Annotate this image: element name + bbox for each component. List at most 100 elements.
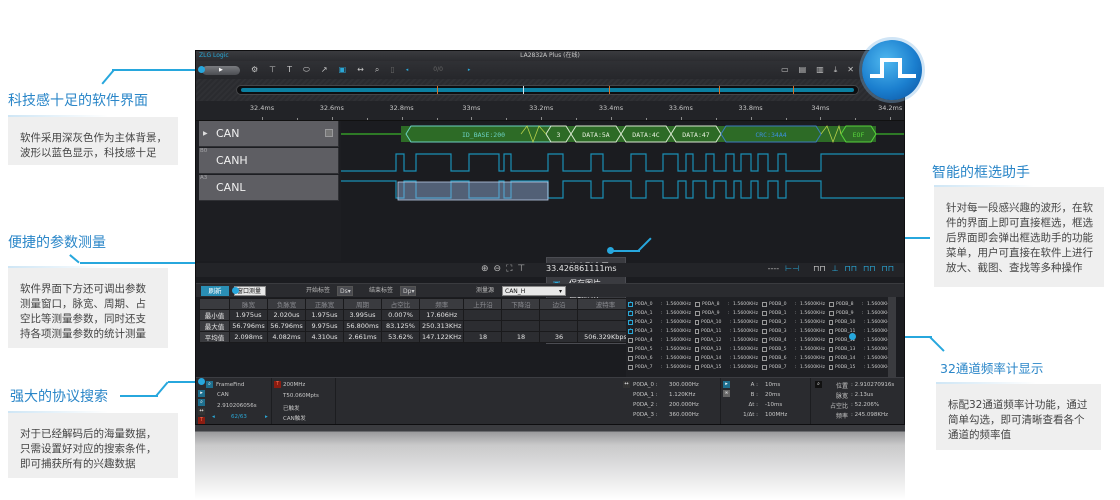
channel-checkbox[interactable] [829,365,833,370]
channel-checkbox[interactable] [628,300,633,307]
find-icon[interactable]: ⌕ [198,399,205,406]
separator: : [794,320,797,325]
run-button[interactable] [202,64,240,76]
channel-settings-icon[interactable] [325,129,333,137]
channel-checkbox[interactable] [695,302,700,307]
channel-area: ▶ CAN B0 CANH A3 CANL ID_BASE:200 DATA:5A… [196,121,905,344]
channel-label-can[interactable]: ▶ CAN [199,121,339,147]
tools-icon[interactable]: ✕ [847,65,854,75]
ruler-tick-label: 32.4ms [249,104,275,112]
trigger-icon[interactable]: T [274,381,281,388]
trigger-icon[interactable]: ⊤ [269,65,276,75]
rise-trigger-icon[interactable]: ⊓⊓ [845,264,857,273]
channel-checkbox[interactable] [762,311,767,316]
freq-channel: P0DA_14:1.5600KHz [695,354,762,363]
channel-checkbox[interactable] [829,311,834,316]
cursor-t-icon[interactable]: T [287,65,292,75]
capture-icon[interactable]: ▣ [339,65,347,75]
channel-checkbox[interactable] [762,329,767,334]
next-icon[interactable]: ▸ [468,65,471,75]
search-icon[interactable]: ⌕ [206,381,213,388]
channel-checkbox[interactable] [762,302,767,307]
channel-label-canh[interactable]: B0 CANH [199,148,339,174]
zoom-icon[interactable]: ⌕ [815,381,822,388]
dash-line-icon[interactable]: ‐‐‐‐ [768,264,780,273]
zoom-in-icon[interactable]: ⊕ [481,264,489,274]
channel-checkbox[interactable] [829,329,833,334]
start-label-select[interactable]: Ds▾ [337,286,353,296]
save-icon[interactable]: ▤ [799,65,807,75]
play-icon[interactable]: ▸ [198,390,205,397]
channel-checkbox[interactable] [628,356,633,361]
range-icon[interactable]: ↔ [198,408,205,415]
channel-name: P0DA_3 : [633,412,658,418]
open-file-icon[interactable]: ▭ [781,65,789,75]
edge-trigger-icon[interactable]: ⊥ [832,264,839,273]
prev-result-icon[interactable]: ◂ [212,414,215,420]
range-icon[interactable]: ↔ [623,381,630,388]
channel-checkbox[interactable] [628,365,633,370]
export-icon[interactable]: ▥ [816,65,824,75]
prev-icon[interactable]: ◂ [406,65,409,75]
play-icon[interactable]: ▸ [723,381,730,388]
zoom-out-icon[interactable]: ⊖ [494,264,502,274]
fall-trigger-icon[interactable]: ⊓⊓ [863,264,875,273]
pulse-trigger-icon[interactable]: ⊓⊓ [813,264,825,273]
callout-box-ui: 软件采用深灰色作为主体背景， 波形以蓝色显示，科技感十足 [8,115,178,165]
separator: : [863,365,866,370]
end-label-select[interactable]: Dp▾ [400,286,416,296]
table-cell: 2.020us [267,309,306,321]
search-icon[interactable]: ⌕ [375,65,379,75]
channel-checkbox[interactable] [762,356,767,361]
channel-checkbox[interactable] [628,338,633,343]
separator: : [729,320,732,325]
download-icon[interactable]: ⤓ [834,65,838,75]
step-icon[interactable]: ↗ [321,65,328,75]
waveform-area[interactable]: ID_BASE:200 DATA:5A DATA:4C DATA:47 CRC:34A4… [341,121,905,261]
scrollbar[interactable] [888,297,896,377]
channel-checkbox[interactable] [628,327,633,334]
measure-range-icon[interactable]: ↔ [357,65,364,75]
bottom-panels: ⌕ ▸ ⌕ ↔ T FrameFind CAN 2.910206056s ◂ 6… [196,377,904,424]
channel-checkbox[interactable] [762,365,767,370]
channel-checkbox[interactable] [829,347,833,352]
channel-checkbox[interactable] [695,356,700,361]
protocol-icon[interactable]: ⬭ [303,65,310,75]
channel-checkbox[interactable] [762,347,767,352]
channel-checkbox[interactable] [695,329,700,334]
counter-icon[interactable]: ▯ [390,65,394,75]
channel-checkbox[interactable] [695,320,700,325]
refresh-button[interactable]: 刷新 [201,286,229,296]
table-cell: 0.007% [381,309,420,321]
stats-panel: ⌕ 位置: 2.910270916s 脉宽: 2.13us 占空比: 52.206%… [811,378,904,424]
channel-checkbox[interactable] [628,318,633,325]
channel-label-canl[interactable]: A3 CANL [199,175,339,201]
channel-checkbox[interactable] [829,302,834,307]
channel-checkbox[interactable] [628,347,633,352]
next-result-icon[interactable]: ▸ [265,414,268,420]
channel-checkbox[interactable] [762,320,767,325]
any-trigger-icon[interactable]: ⊓⊓ [882,264,894,273]
channel-checkbox[interactable] [829,356,833,361]
trigger-icon[interactable]: T [198,417,205,424]
channel-checkbox[interactable] [695,311,700,316]
channel-frequency: 1.5600KHz [666,311,691,316]
channel-checkbox[interactable] [762,338,767,343]
channel-checkbox[interactable] [695,338,700,343]
selection-box[interactable] [397,181,549,201]
channel-checkbox[interactable] [628,309,633,316]
channel-checkbox[interactable] [695,365,700,370]
cursor-icon[interactable]: ⊤ [517,264,525,274]
ruler-tick-label: 33.4ms [598,104,624,112]
link-icon[interactable]: ∞ [723,390,730,397]
overview-track[interactable] [236,85,859,95]
channel-checkbox[interactable] [829,338,833,343]
measure-source-select[interactable]: CAN_H ▾ [502,286,566,296]
fit-screen-icon[interactable]: ⛶ [506,264,512,274]
range-icon[interactable]: ⊢⊣ [785,264,799,273]
freq-channel: P0DB_12:1.5600KHz [829,336,896,345]
channel-checkbox[interactable] [829,320,833,325]
expand-arrow-icon[interactable]: ▶ [203,121,208,147]
channel-checkbox[interactable] [695,347,700,352]
settings-icon[interactable]: ⚙ [251,65,258,75]
